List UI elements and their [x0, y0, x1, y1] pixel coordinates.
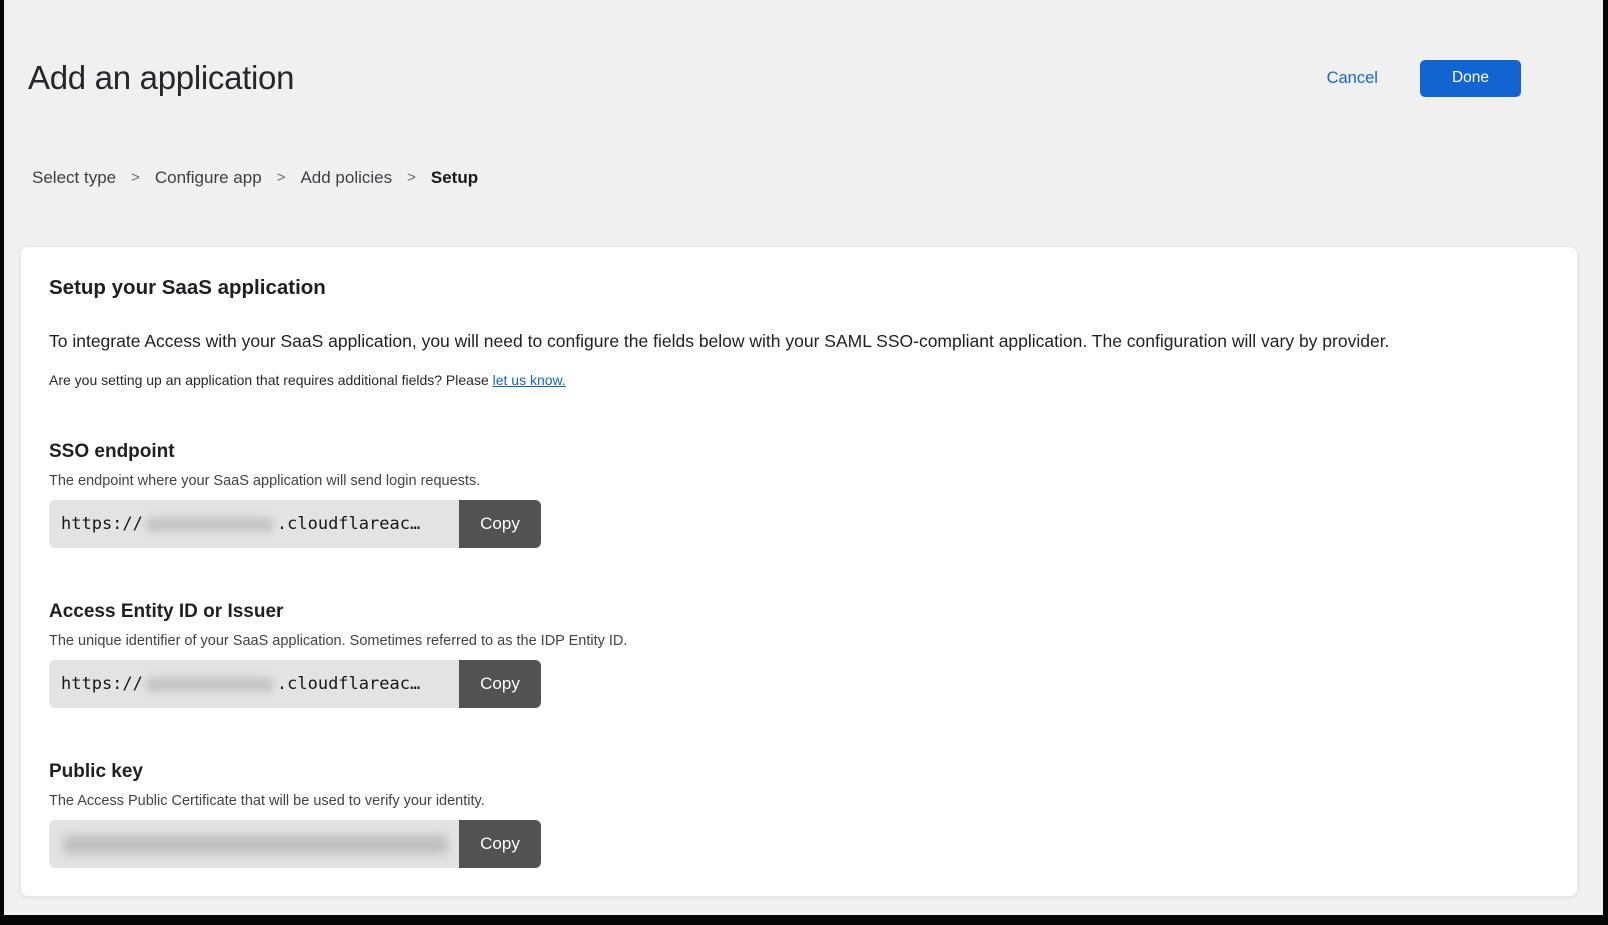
field-description: The Access Public Certificate that will …: [49, 792, 1549, 811]
public-key-value[interactable]: [49, 820, 459, 868]
sso-endpoint-control: https:// .cloudflareac… Copy: [49, 500, 541, 548]
value-prefix: https://: [61, 514, 143, 534]
page-header: Add an application Cancel Done: [4, 0, 1603, 98]
breadcrumb-step-add-policies[interactable]: Add policies: [300, 168, 392, 188]
redacted-team-name: [146, 517, 274, 532]
sso-endpoint-value[interactable]: https:// .cloudflareac…: [49, 500, 459, 548]
let-us-know-link[interactable]: let us know.: [493, 372, 566, 388]
card-title: Setup your SaaS application: [49, 275, 1549, 301]
header-actions: Cancel Done: [1327, 60, 1521, 97]
breadcrumb-separator: >: [131, 168, 140, 188]
setup-card: Setup your SaaS application To integrate…: [20, 246, 1578, 897]
field-label: SSO endpoint: [49, 440, 1549, 463]
field-description: The endpoint where your SaaS application…: [49, 472, 1549, 491]
done-button[interactable]: Done: [1420, 60, 1521, 97]
field-group-entity-id: Access Entity ID or Issuer The unique id…: [49, 600, 1549, 708]
field-label: Access Entity ID or Issuer: [49, 600, 1549, 623]
window-frame: Add an application Cancel Done Select ty…: [0, 0, 1608, 925]
field-group-sso-endpoint: SSO endpoint The endpoint where your Saa…: [49, 440, 1549, 548]
redacted-team-name: [146, 677, 274, 692]
card-note-text: Are you setting up an application that r…: [49, 372, 493, 388]
card-note: Are you setting up an application that r…: [49, 371, 1549, 390]
value-suffix: .cloudflareac…: [277, 674, 420, 694]
page-background: Add an application Cancel Done Select ty…: [4, 0, 1603, 915]
entity-id-value[interactable]: https:// .cloudflareac…: [49, 660, 459, 708]
page-title: Add an application: [28, 58, 294, 98]
breadcrumb-step-setup[interactable]: Setup: [431, 168, 478, 188]
card-intro-text: To integrate Access with your SaaS appli…: [49, 329, 1549, 354]
redacted-public-key: [63, 835, 448, 854]
entity-id-control: https:// .cloudflareac… Copy: [49, 660, 541, 708]
field-group-public-key: Public key The Access Public Certificate…: [49, 760, 1549, 868]
copy-button-sso-endpoint[interactable]: Copy: [459, 500, 541, 548]
breadcrumb-separator: >: [277, 168, 286, 188]
cancel-button[interactable]: Cancel: [1327, 69, 1378, 88]
field-label: Public key: [49, 760, 1549, 783]
breadcrumb: Select type > Configure app > Add polici…: [32, 168, 1603, 188]
breadcrumb-step-select-type[interactable]: Select type: [32, 168, 116, 188]
field-description: The unique identifier of your SaaS appli…: [49, 632, 1549, 651]
breadcrumb-step-configure-app[interactable]: Configure app: [155, 168, 262, 188]
value-suffix: .cloudflareac…: [277, 514, 420, 534]
breadcrumb-separator: >: [407, 168, 416, 188]
copy-button-public-key[interactable]: Copy: [459, 820, 541, 868]
public-key-control: Copy: [49, 820, 541, 868]
value-prefix: https://: [61, 674, 143, 694]
copy-button-entity-id[interactable]: Copy: [459, 660, 541, 708]
